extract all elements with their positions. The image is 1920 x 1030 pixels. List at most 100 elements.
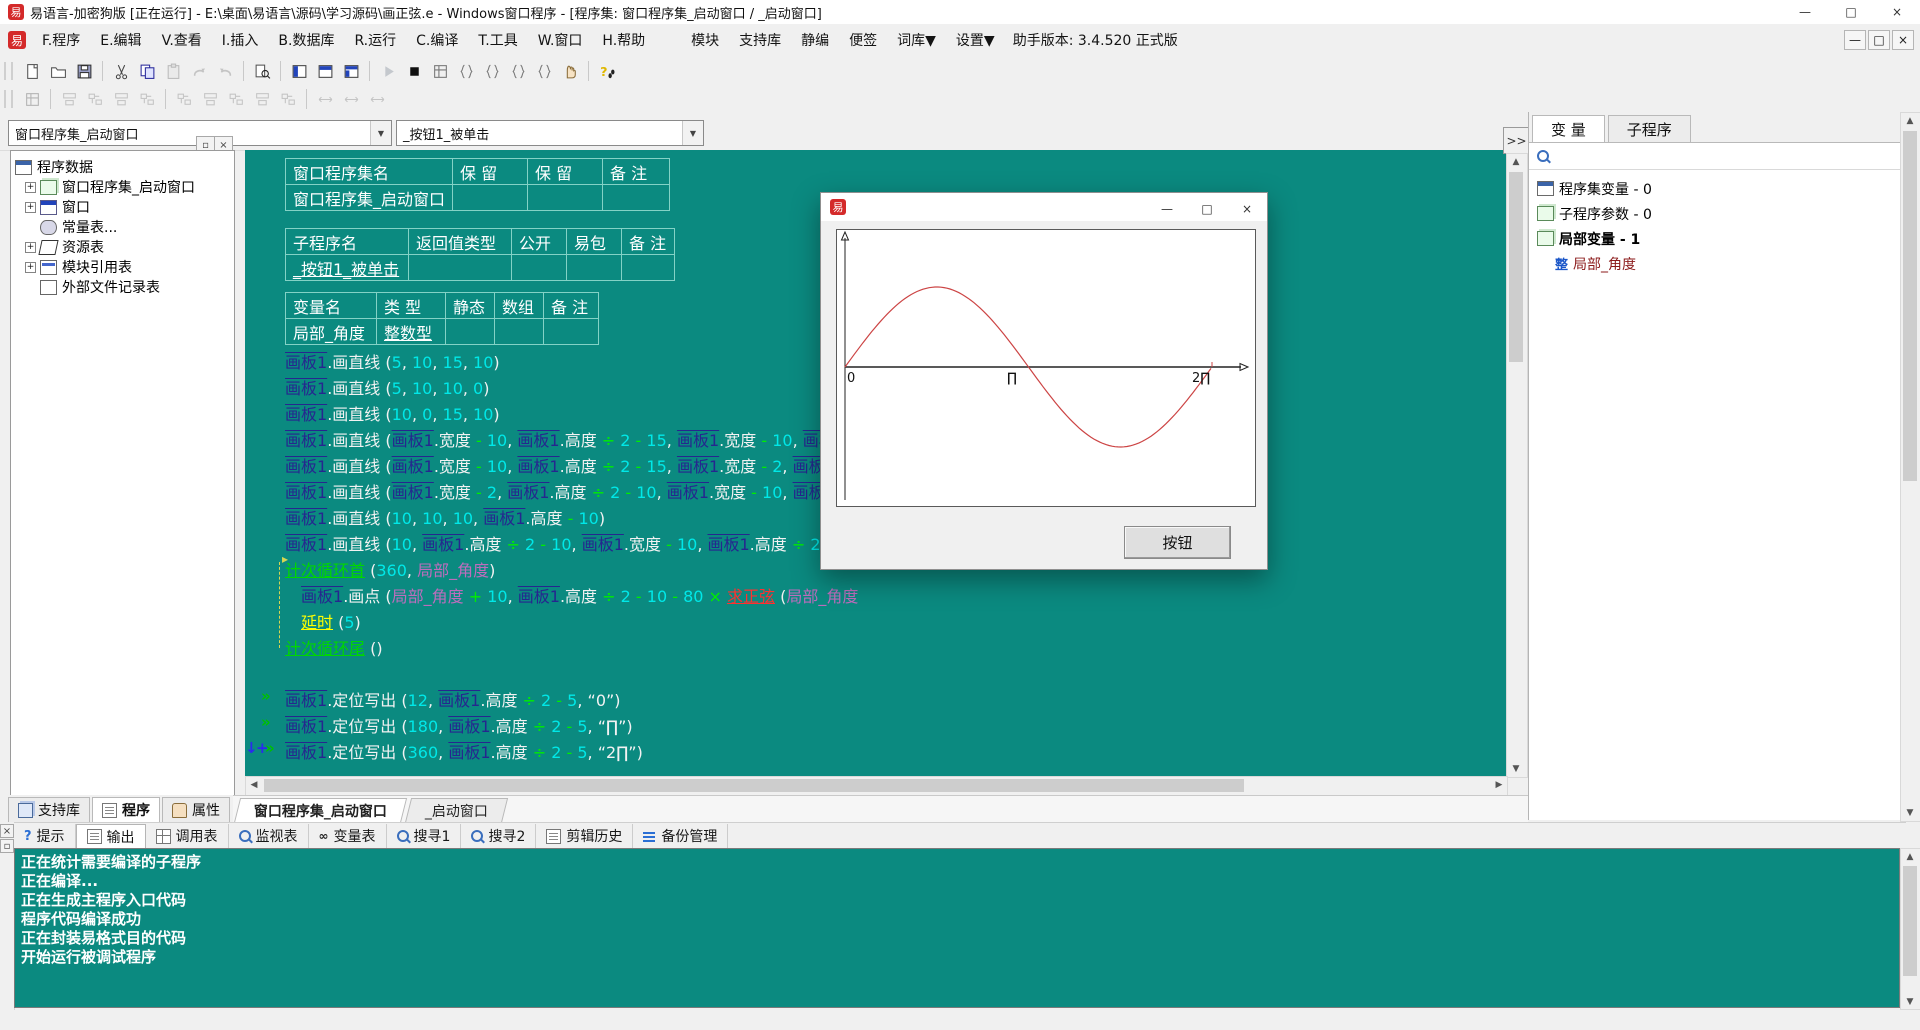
expand-toggle[interactable]: + <box>25 242 36 253</box>
tree-item[interactable]: 外部文件记录表 <box>15 277 234 297</box>
code-line[interactable]: »画板1.定位写出 (180, 画板1.高度 ÷ 2 - 5, “∏”) <box>245 712 1506 738</box>
output-pin-button[interactable]: ▫ <box>0 839 14 853</box>
output-tab-提示[interactable]: ?提示 <box>14 824 76 848</box>
view-tab-属性[interactable]: 属性 <box>162 797 230 822</box>
output-tab-搜寻2[interactable]: 搜寻2 <box>461 824 536 848</box>
menu-item[interactable]: E.编辑 <box>90 33 151 49</box>
expand-toggle[interactable]: + <box>25 202 36 213</box>
toolbar-grip[interactable] <box>4 90 13 108</box>
table-cell[interactable]: _按钮1_被单击 <box>286 255 409 281</box>
output-tab-剪辑历史[interactable]: 剪辑历史 <box>536 824 633 848</box>
align-g-button[interactable] <box>223 87 249 111</box>
menu-item[interactable]: R.运行 <box>344 33 406 49</box>
right-panel-vscroll-thumb[interactable] <box>1903 131 1917 481</box>
menu-item[interactable]: 便签 <box>839 33 887 49</box>
editor-vscrollbar[interactable]: ▲ ▼ <box>1506 153 1528 778</box>
scroll-up-icon[interactable]: ▲ <box>1901 113 1919 129</box>
open-button[interactable] <box>45 59 71 83</box>
size-h-button[interactable] <box>338 87 364 111</box>
paste-button[interactable] <box>160 59 186 83</box>
layout-top-button[interactable] <box>312 59 338 83</box>
variable-tree-item[interactable]: 局部变量 - 1 <box>1529 226 1903 251</box>
view-tab-支持库[interactable]: 支持库 <box>8 797 90 822</box>
pause-hand-button[interactable] <box>557 59 583 83</box>
table-cell[interactable]: 整数型 <box>377 319 446 345</box>
mdi-minimize-button[interactable]: — <box>1844 30 1866 50</box>
redo-button[interactable] <box>186 59 212 83</box>
expand-toggle[interactable]: + <box>25 262 36 273</box>
align-e-button[interactable] <box>171 87 197 111</box>
layout-left-button[interactable] <box>286 59 312 83</box>
right-panel-vscrollbar[interactable]: ▲ ▼ <box>1900 112 1920 822</box>
code-line[interactable]: »画板1.定位写出 (12, 画板1.高度 ÷ 2 - 5, “0”) <box>245 686 1506 712</box>
expand-toggle[interactable]: + <box>25 182 36 193</box>
step-into-button[interactable] <box>479 59 505 83</box>
size-w-button[interactable] <box>312 87 338 111</box>
right-panel-tab[interactable]: 变 量 <box>1532 115 1605 142</box>
output-close-button[interactable]: × <box>0 824 14 838</box>
variable-tree-item[interactable]: 整局部_角度 <box>1529 251 1903 276</box>
output-tab-监视表[interactable]: 监视表 <box>229 824 309 848</box>
variable-tree-item[interactable]: 子程序参数 - 0 <box>1529 201 1903 226</box>
program-maximize-button[interactable]: □ <box>1187 195 1227 223</box>
scroll-down-icon[interactable]: ▼ <box>1901 994 1919 1009</box>
debug-grid-button[interactable] <box>427 59 453 83</box>
scroll-left-icon[interactable]: ◀ <box>246 777 262 793</box>
output-tab-变量表[interactable]: ∞变量表 <box>309 824 387 848</box>
menu-item[interactable]: F.程序 <box>32 33 90 49</box>
subroutine-selector[interactable]: _按钮1_被单击 <box>396 120 704 146</box>
stop-button[interactable] <box>401 59 427 83</box>
code-line[interactable] <box>245 660 1506 686</box>
menu-item[interactable]: B.数据库 <box>268 33 344 49</box>
output-tab-备份管理[interactable]: 备份管理 <box>633 824 728 848</box>
menu-item[interactable]: 静编 <box>791 33 839 49</box>
right-panel-tab[interactable]: 子程序 <box>1608 115 1691 142</box>
code-line[interactable]: ↓+»画板1.定位写出 (360, 画板1.高度 ÷ 2 - 5, “2∏”) <box>245 738 1506 764</box>
align-a-button[interactable] <box>56 87 82 111</box>
editor-hscroll-thumb[interactable] <box>264 779 1244 792</box>
find-button[interactable] <box>249 59 275 83</box>
tree-item[interactable]: +模块引用表 <box>15 257 234 277</box>
mdi-close-button[interactable]: × <box>1892 30 1914 50</box>
editor-vscroll-thumb[interactable] <box>1509 172 1523 362</box>
scroll-right-icon[interactable]: ▶ <box>1491 777 1507 793</box>
size-both-button[interactable] <box>364 87 390 111</box>
panel-expand-button[interactable]: >> <box>1503 127 1530 154</box>
scroll-up-icon[interactable]: ▲ <box>1901 849 1919 864</box>
layout-grid-button[interactable] <box>338 59 364 83</box>
form-grid-button[interactable] <box>19 87 45 111</box>
view-tab-程序[interactable]: 程序 <box>92 797 160 822</box>
maximize-button[interactable]: □ <box>1828 0 1874 24</box>
output-tab-调用表[interactable]: 调用表 <box>146 824 229 848</box>
tree-item[interactable]: +资源表 <box>15 237 234 257</box>
menu-item[interactable]: T.工具 <box>468 33 527 49</box>
program-button[interactable]: 按钮 <box>1124 526 1231 559</box>
copy-button[interactable] <box>134 59 160 83</box>
code-line[interactable]: 延时 (5) <box>245 608 1506 634</box>
output-tab-搜寻1[interactable]: 搜寻1 <box>387 824 462 848</box>
tree-item[interactable]: +窗口程序集_启动窗口 <box>15 177 234 197</box>
document-tab[interactable]: _启动窗口 <box>405 798 508 823</box>
align-i-button[interactable] <box>275 87 301 111</box>
align-d-button[interactable] <box>134 87 160 111</box>
menu-item[interactable]: 支持库 <box>729 33 791 49</box>
output-vscroll-thumb[interactable] <box>1903 866 1917 976</box>
program-close-button[interactable]: × <box>1227 195 1267 223</box>
document-tab[interactable]: 窗口程序集_启动窗口 <box>234 798 407 823</box>
toolbar-grip[interactable] <box>4 62 13 80</box>
new-button[interactable] <box>19 59 45 83</box>
undo-button[interactable] <box>212 59 238 83</box>
wizard-button[interactable] <box>594 59 620 83</box>
output-vscrollbar[interactable]: ▲ ▼ <box>1900 848 1920 1010</box>
save-button[interactable] <box>71 59 97 83</box>
code-line[interactable]: 画板1.画点 (局部_角度 + 10, 画板1.高度 ÷ 2 - 10 - 80… <box>245 582 1506 608</box>
menu-item[interactable]: C.编译 <box>406 33 468 49</box>
cut-button[interactable] <box>108 59 134 83</box>
menu-item[interactable]: 词库▼ <box>887 33 946 49</box>
menu-item[interactable]: 模块 <box>681 33 729 49</box>
code-line[interactable]: 计次循环尾 () <box>245 634 1506 660</box>
scroll-down-icon[interactable]: ▼ <box>1507 761 1525 777</box>
menu-item[interactable]: 设置▼ <box>946 33 1005 49</box>
menu-item[interactable]: V.查看 <box>152 33 212 49</box>
align-c-button[interactable] <box>108 87 134 111</box>
